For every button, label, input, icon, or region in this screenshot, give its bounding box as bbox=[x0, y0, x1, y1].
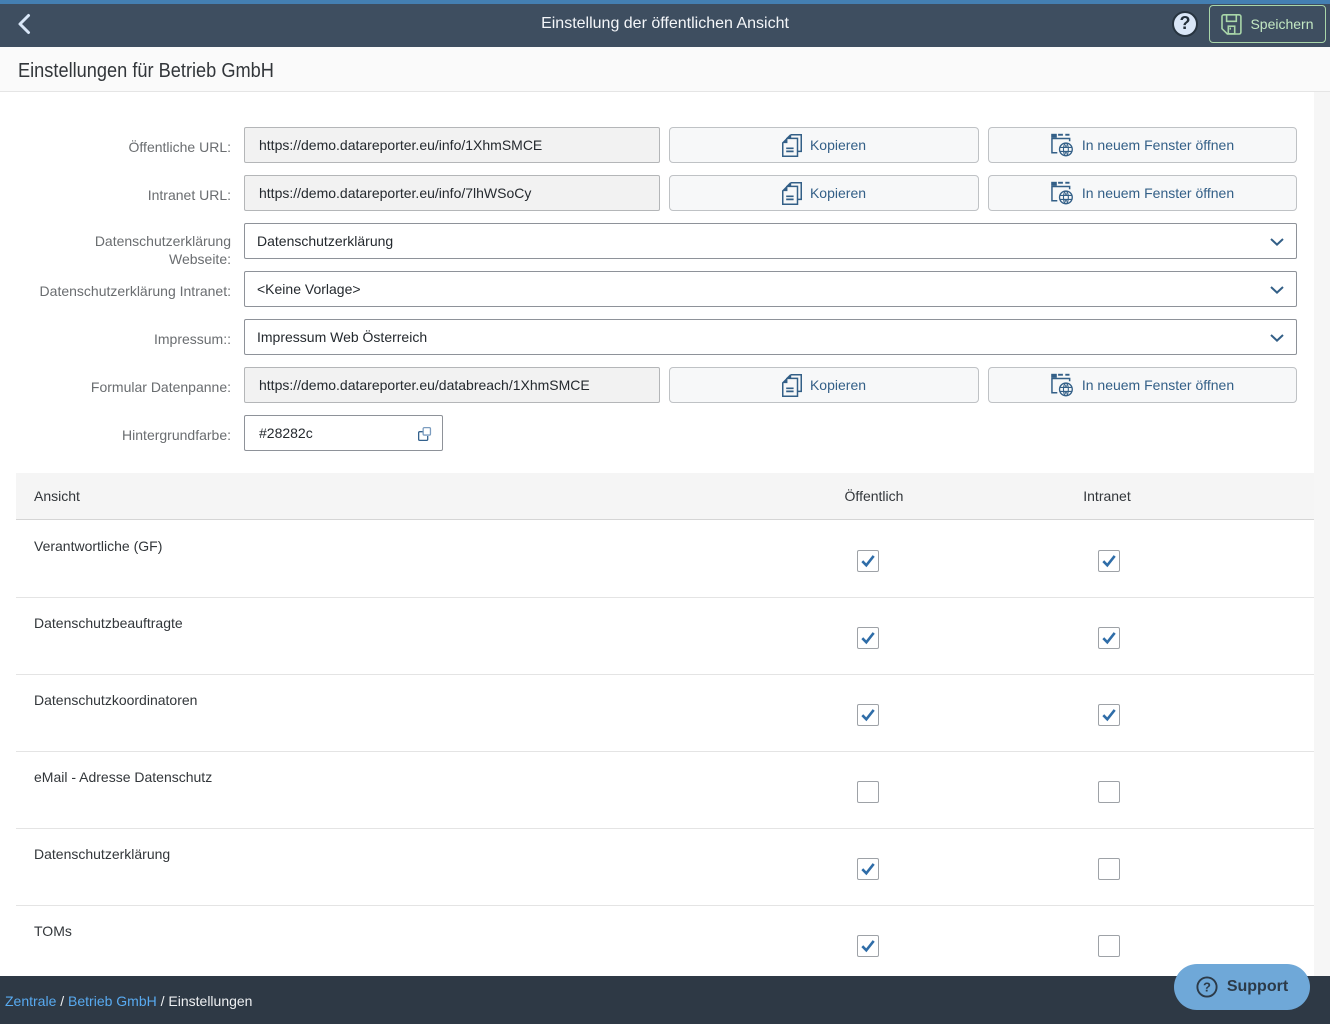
svg-text:?: ? bbox=[1203, 979, 1211, 994]
